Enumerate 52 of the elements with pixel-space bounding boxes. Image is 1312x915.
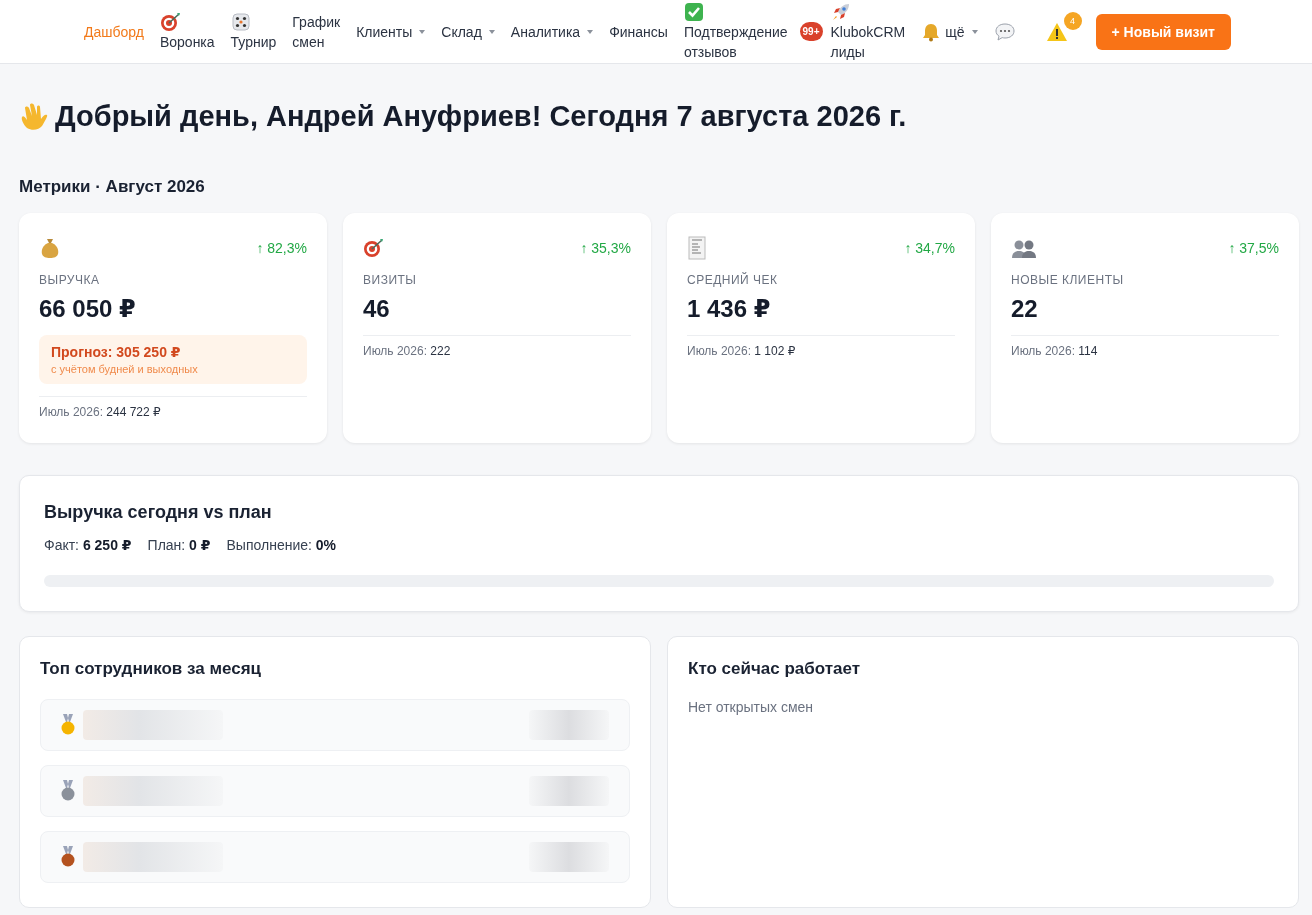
metric-value: 66 050 ₽ bbox=[39, 295, 137, 323]
metric-value: 22 bbox=[1011, 295, 1039, 323]
change-percent: ↑ 35,3% bbox=[580, 240, 631, 256]
previous-month-value: Июль 2026: 222 bbox=[363, 344, 452, 358]
forecast-note: с учётом будней и выходных bbox=[51, 363, 199, 375]
metric-value: 46 bbox=[363, 295, 391, 323]
medal-icon bbox=[61, 714, 75, 736]
previous-month-value: Июль 2026: 114 bbox=[1011, 344, 1099, 358]
nav-link[interactable]: Склад bbox=[433, 21, 503, 42]
nav-link[interactable]: График смен bbox=[284, 11, 349, 52]
metric-label: ВИЗИТЫ bbox=[363, 273, 418, 287]
previous-month-value: Июль 2026: 1 102 ₽ bbox=[687, 344, 797, 358]
nav-link[interactable]: щё bbox=[913, 21, 986, 42]
metric-label: СРЕДНИЙ ЧЕК bbox=[687, 273, 779, 287]
bell-icon bbox=[921, 21, 942, 42]
chat-icon[interactable] bbox=[993, 21, 1016, 42]
money-bag-icon bbox=[39, 237, 61, 259]
previous-month-value: Июль 2026: 244 722 ₽ bbox=[39, 405, 162, 419]
empty-state-text: Нет открытых смен bbox=[688, 699, 815, 715]
metric-label: ВЫРУЧКА bbox=[39, 273, 101, 287]
metric-value: 1 436 ₽ bbox=[687, 295, 772, 323]
nav-link[interactable]: Клиенты bbox=[348, 21, 434, 42]
greeting-heading: Добрый день, Андрей Ануфриев! Сегодня 7 августа 2026 г. bbox=[55, 100, 907, 133]
change-percent: ↑ 34,7% bbox=[904, 240, 955, 256]
change-percent: ↑ 82,3% bbox=[256, 240, 307, 256]
medal-icon bbox=[61, 780, 75, 802]
panel-heading: Топ сотрудников за месяц bbox=[40, 659, 262, 679]
target-icon bbox=[159, 11, 182, 32]
forecast-value: Прогноз: 305 250 ₽ bbox=[51, 344, 182, 360]
nav-link[interactable]: Воронка bbox=[151, 11, 223, 52]
receipt-icon bbox=[687, 236, 707, 260]
count-badge: 99+ bbox=[799, 22, 823, 41]
nav-link[interactable]: Турнир bbox=[222, 11, 285, 52]
plan-heading: Выручка сегодня vs план bbox=[44, 502, 273, 523]
plan-stat: Выполнение: 0% bbox=[226, 537, 337, 553]
nav-link[interactable]: KlubokCRM лиды bbox=[822, 1, 914, 62]
target-icon bbox=[363, 238, 385, 258]
plan-stat: План: 0 ₽ bbox=[147, 537, 211, 553]
alert-count-badge: 4 bbox=[1063, 11, 1082, 30]
metric-label: НОВЫЕ КЛИЕНТЫ bbox=[1011, 273, 1125, 287]
change-percent: ↑ 37,5% bbox=[1228, 240, 1279, 256]
metrics-heading: Метрики · Август 2026 bbox=[19, 177, 206, 197]
nav-link[interactable]: Финансы bbox=[601, 21, 676, 42]
dice-icon bbox=[230, 11, 251, 32]
nav-link[interactable]: Подтверждение отзывов bbox=[675, 1, 796, 62]
people-icon bbox=[1011, 238, 1037, 258]
plan-stat: Факт: 6 250 ₽ bbox=[44, 537, 132, 553]
warning-icon[interactable] bbox=[1045, 21, 1068, 42]
nav-link[interactable]: Аналитика bbox=[502, 21, 602, 42]
panel-heading: Кто сейчас работает bbox=[688, 659, 862, 679]
rocket-icon bbox=[830, 1, 851, 22]
medal-icon bbox=[61, 846, 75, 868]
